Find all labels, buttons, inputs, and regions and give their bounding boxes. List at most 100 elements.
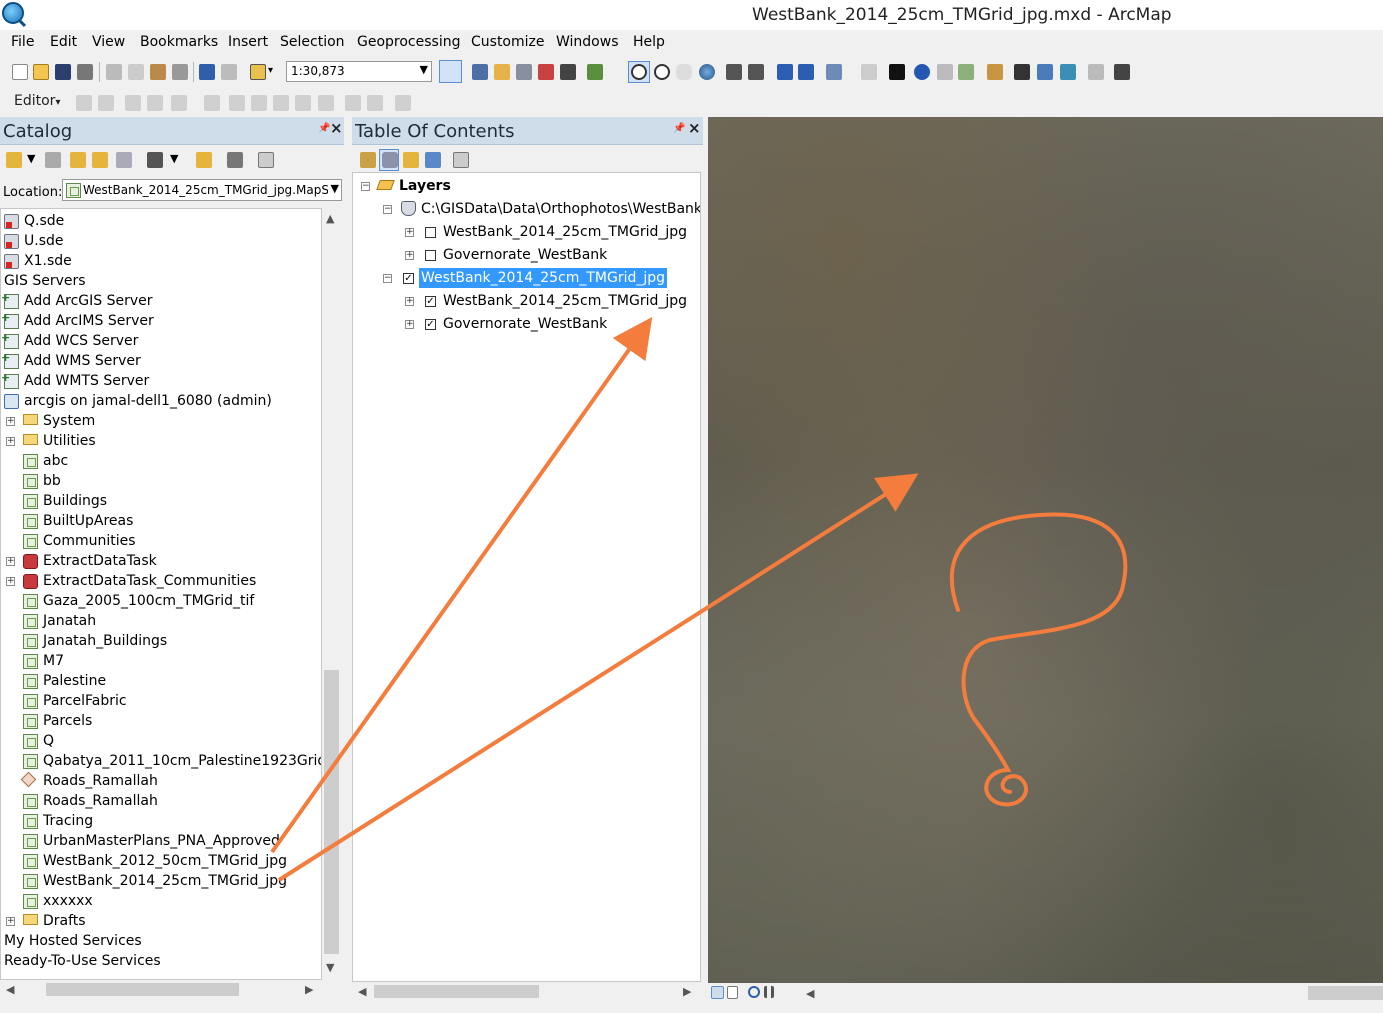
split-icon[interactable] (295, 95, 311, 111)
menu-insert[interactable]: Insert (228, 34, 268, 50)
new-folder-icon[interactable] (196, 152, 212, 168)
toc-layer-governorate-unchecked[interactable]: Governorate_WestBank (443, 245, 607, 265)
catalog-item[interactable]: Utilities (43, 431, 96, 451)
catalog-item[interactable]: GIS Servers (4, 271, 86, 291)
expand-icon[interactable]: + (6, 577, 15, 586)
zoom-in-icon[interactable] (631, 64, 647, 80)
find-binoculars-icon[interactable] (1014, 64, 1030, 80)
collapse-icon[interactable]: − (361, 182, 370, 191)
scroll-up-icon[interactable]: ▲ (326, 212, 334, 225)
copy-icon[interactable] (128, 64, 144, 80)
scroll-down-icon[interactable]: ▼ (326, 961, 334, 974)
search-window-icon[interactable] (516, 64, 532, 80)
catalog-item[interactable]: abc (43, 451, 68, 471)
catalog-item[interactable]: Add WCS Server (24, 331, 138, 351)
toc-group-westbank-2014-selected[interactable]: WestBank_2014_25cm_TMGrid_jpg (419, 268, 668, 288)
toc-layer-governorate-checked[interactable]: Governorate_WestBank (443, 314, 607, 334)
toc-source-path[interactable]: C:\GISData\Data\Orthophotos\WestBank_ (421, 199, 700, 219)
scroll-left-icon[interactable]: ◀ (358, 985, 366, 998)
catalog-item[interactable]: Gaza_2005_100cm_TMGrid_tif (43, 591, 254, 611)
expand-icon[interactable]: + (6, 917, 15, 926)
trace-icon[interactable] (171, 95, 187, 111)
undo-icon[interactable] (199, 64, 215, 80)
fixed-zoom-out-icon[interactable] (748, 64, 764, 80)
pin-icon[interactable]: 📌 (673, 123, 685, 134)
expand-icon[interactable]: + (6, 417, 15, 426)
catalog-item[interactable]: Q.sde (24, 211, 64, 231)
menu-help[interactable]: Help (633, 34, 665, 50)
menu-customize[interactable]: Customize (471, 34, 545, 50)
menu-view[interactable]: View (92, 34, 125, 50)
catalog-item[interactable]: Add ArcIMS Server (24, 311, 154, 331)
straight-segment-icon[interactable] (125, 95, 141, 111)
clear-selection-icon[interactable] (861, 64, 877, 80)
model-builder-icon[interactable] (587, 64, 603, 80)
back-arrow-icon[interactable] (6, 152, 22, 168)
paste-icon[interactable] (150, 64, 166, 80)
collapse-icon[interactable]: − (383, 274, 392, 283)
edit-tool-icon[interactable] (76, 95, 92, 111)
scroll-left-icon[interactable]: ◀ (806, 987, 814, 1000)
catalog-vertical-scrollbar[interactable]: ▲ ▼ (323, 208, 340, 980)
catalog-item[interactable]: WestBank_2014_25cm_TMGrid_jpg (43, 871, 287, 891)
catalog-item[interactable]: Drafts (43, 911, 86, 931)
catalog-item[interactable]: Ready-To-Use Services (4, 951, 161, 971)
fixed-zoom-in-icon[interactable] (726, 64, 742, 80)
list-by-visibility-icon[interactable] (403, 152, 419, 168)
go-to-xy-icon[interactable] (1060, 64, 1076, 80)
pin-icon[interactable]: 📌 (318, 123, 330, 134)
select-elements-arrow-icon[interactable] (889, 64, 905, 80)
identify-icon[interactable] (914, 64, 930, 80)
menu-windows[interactable]: Windows (556, 34, 619, 50)
catalog-item[interactable]: System (43, 411, 95, 431)
measure-icon[interactable] (987, 64, 1003, 80)
catalog-item[interactable]: Q (43, 731, 54, 751)
back-dropdown-icon[interactable]: ▼ (27, 152, 35, 165)
catalog-item[interactable]: ExtractDataTask_Communities (43, 571, 256, 591)
catalog-vertical-scroll-thumb[interactable] (324, 670, 339, 954)
cut-icon[interactable] (106, 64, 122, 80)
chevron-down-icon[interactable]: ▼ (420, 63, 428, 76)
print-icon[interactable] (77, 64, 93, 80)
select-features-icon[interactable] (826, 64, 842, 80)
menu-edit[interactable]: Edit (50, 34, 77, 50)
toc-horizontal-scrollbar[interactable]: ◀ ▶ (352, 983, 701, 1000)
rotate-icon[interactable] (318, 95, 334, 111)
group-visibility-checkbox[interactable]: ✓ (403, 273, 414, 284)
open-folder-icon[interactable] (33, 64, 49, 80)
scroll-right-icon[interactable]: ▶ (305, 983, 313, 996)
catalog-item[interactable]: UrbanMasterPlans_PNA_Approved (43, 831, 280, 851)
catalog-item[interactable]: WestBank_2012_50cm_TMGrid_jpg (43, 851, 287, 871)
expand-icon[interactable]: + (405, 320, 414, 329)
layer-visibility-checkbox[interactable] (425, 250, 436, 261)
zoom-out-icon[interactable] (654, 64, 670, 80)
point-icon[interactable] (204, 95, 220, 111)
toc-layer-westbank-2014-unchecked[interactable]: WestBank_2014_25cm_TMGrid_jpg (443, 222, 687, 242)
list-by-drawing-order-icon[interactable] (360, 152, 376, 168)
home-icon[interactable] (92, 152, 108, 168)
toc-root-layers[interactable]: Layers (399, 176, 451, 196)
arctoolbox-icon[interactable] (538, 64, 554, 80)
catalog-item[interactable]: Palestine (43, 671, 106, 691)
view-list-icon[interactable] (147, 152, 163, 168)
expand-icon[interactable]: + (405, 228, 414, 237)
catalog-item[interactable]: ParcelFabric (43, 691, 127, 711)
forward-arrow-icon[interactable] (45, 152, 61, 168)
sketch-properties-icon[interactable] (367, 95, 383, 111)
expand-icon[interactable]: + (405, 297, 414, 306)
close-icon[interactable]: × (330, 119, 343, 137)
catalog-horizontal-scroll-thumb[interactable] (46, 983, 239, 996)
delete-icon[interactable] (172, 64, 188, 80)
catalog-item[interactable]: ExtractDataTask (43, 551, 157, 571)
save-icon[interactable] (55, 64, 71, 80)
catalog-horizontal-scrollbar[interactable]: ◀ ▶ (0, 981, 323, 998)
arcmap-logo-icon[interactable] (2, 2, 24, 24)
catalog-item[interactable]: Janatah (43, 611, 96, 631)
catalog-window-icon[interactable] (494, 64, 510, 80)
view-dropdown-icon[interactable]: ▼ (170, 152, 178, 165)
reshape-icon[interactable] (251, 95, 267, 111)
scroll-right-icon[interactable]: ▶ (683, 985, 691, 998)
expand-icon[interactable]: + (6, 557, 15, 566)
catalog-item[interactable]: Qabatya_2011_10cm_Palestine1923Grid_jp (43, 751, 321, 771)
toc-horizontal-scroll-thumb[interactable] (374, 985, 539, 998)
